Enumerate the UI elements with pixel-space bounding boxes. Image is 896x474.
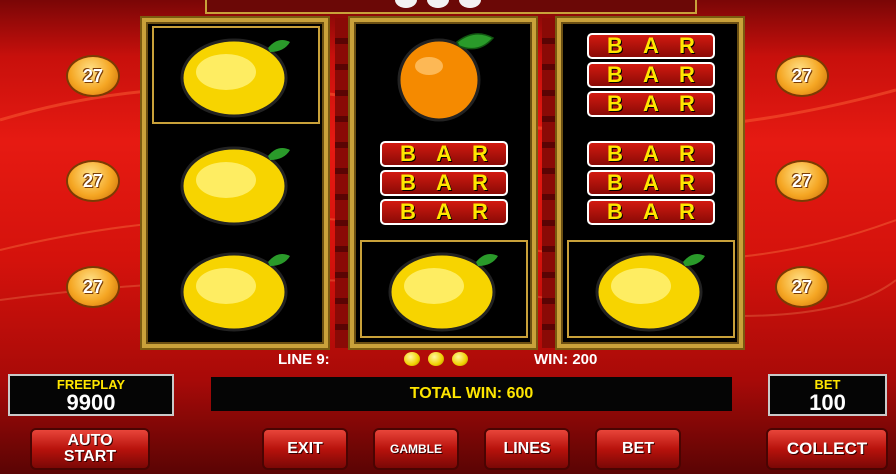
bar-triple-icon: BAR BAR BAR [587,33,715,117]
reel-1 [142,18,328,348]
reel-3-cell-3 [567,240,735,338]
mini-lemon-icon [452,352,468,366]
line-badge-right-3: 27 [777,268,827,306]
collect-button[interactable]: COLLECT [766,428,888,470]
reel-3: BAR BAR BAR BAR BAR BAR [557,18,743,348]
reel-1-cell-2 [152,134,320,232]
line-badge-left-2: 27 [68,162,118,200]
line-badge-right-2: 27 [777,162,827,200]
reel-2-cell-2: BAR BAR BAR [360,134,528,232]
mini-lemon-icon [428,352,444,366]
freeplay-panel: FREEPLAY 9900 [8,374,174,416]
exit-button[interactable]: EXIT [262,428,348,470]
reel-1-cell-1 [152,26,320,124]
line-symbols [404,352,468,366]
bar-triple-icon: BAR BAR BAR [587,141,715,225]
lines-button[interactable]: LINES [484,428,570,470]
lemon-icon [180,146,290,226]
orange-icon [397,32,495,121]
top-indicator-dots [395,0,481,8]
bet-panel: BET 100 [768,374,887,416]
lemon-icon [180,252,290,332]
reel-2: BAR BAR BAR [350,18,536,348]
lemon-icon [388,252,498,332]
bet-button[interactable]: BET [595,428,681,470]
reel-divider-1 [335,18,349,348]
line-win-label: WIN: 200 [534,351,598,368]
lemon-icon [180,38,290,118]
reel-3-cell-2: BAR BAR BAR [567,134,735,232]
gamble-button[interactable]: GAMBLE [373,428,459,470]
bar-triple-icon: BAR BAR BAR [380,141,508,225]
line-badge-left-1: 27 [68,57,118,95]
mini-lemon-icon [404,352,420,366]
auto-start-button[interactable]: AUTO START [30,428,150,470]
line-badge-left-3: 27 [68,268,118,306]
reel-1-cell-3 [152,240,320,338]
reel-2-cell-3 [360,240,528,338]
lemon-icon [595,252,705,332]
line-label: LINE 9: [278,351,330,368]
reel-divider-2 [542,18,556,348]
reel-2-cell-1 [360,26,528,124]
line-badge-right-1: 27 [777,57,827,95]
total-win-display: TOTAL WIN: 600 [211,377,732,411]
reel-3-cell-1: BAR BAR BAR [567,26,735,124]
bet-value: 100 [809,390,846,415]
freeplay-value: 9900 [66,390,116,415]
